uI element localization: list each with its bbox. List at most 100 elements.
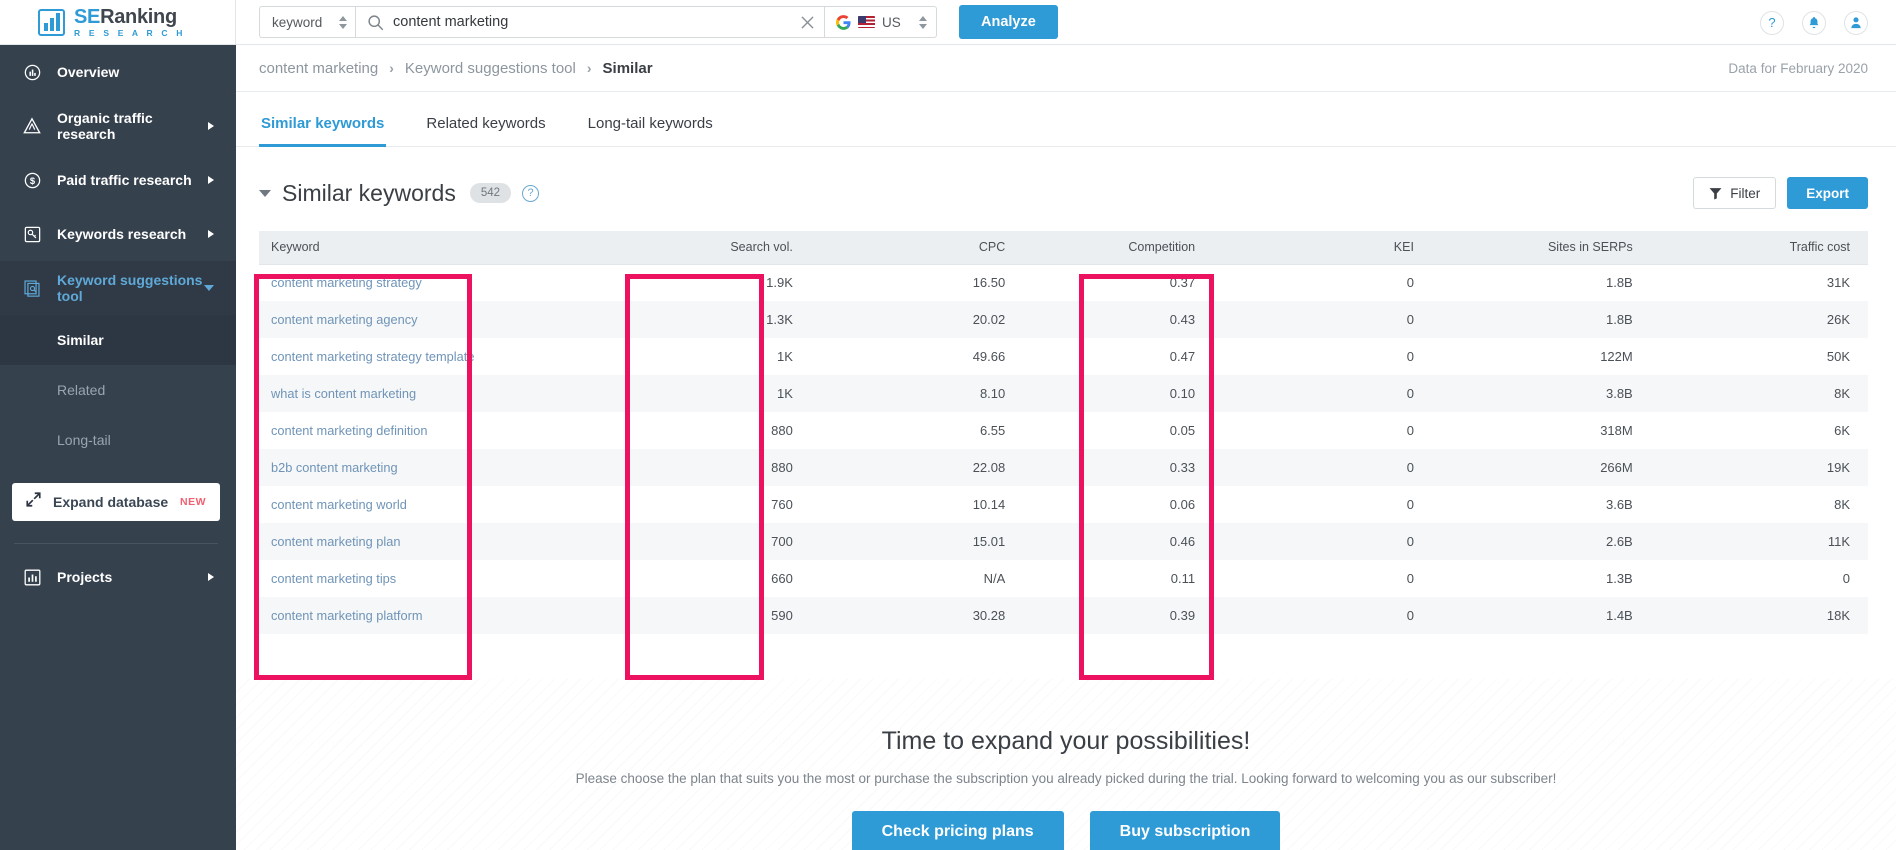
cell-search-vol: 1K: [776, 349, 793, 364]
clear-search-icon[interactable]: [801, 15, 814, 29]
cell-cpc: 6.55: [979, 423, 1006, 438]
cell-competition: 0.43: [1169, 312, 1196, 327]
table-header-row: Keyword Search vol. CPC Competition KEI …: [259, 231, 1868, 265]
keyword-link[interactable]: content marketing agency: [271, 312, 418, 327]
sidebar-label-similar: Similar: [57, 332, 104, 348]
col-cpc[interactable]: CPC: [810, 231, 1024, 265]
cell-competition: 0.39: [1169, 608, 1196, 623]
page-title: Similar keywords: [282, 179, 456, 206]
cell-competition: 0.10: [1169, 386, 1196, 401]
col-traffic-cost[interactable]: Traffic cost: [1650, 231, 1868, 265]
funnel-icon: [1709, 187, 1722, 199]
breadcrumb-item-0[interactable]: content marketing: [259, 60, 378, 77]
chart-circle-icon: [20, 64, 44, 81]
cell-sites-in-serps: 1.3B: [1605, 571, 1633, 586]
logo[interactable]: SERanking R E S E A R C H: [0, 0, 236, 45]
cell-kei: 0: [1406, 608, 1414, 623]
help-tooltip-icon[interactable]: ?: [522, 184, 540, 202]
sidebar-label-keyword-suggestions-tool: Keyword suggestions tool: [57, 272, 203, 304]
sidebar-item-related[interactable]: Related: [0, 365, 236, 415]
help-icon[interactable]: ?: [1760, 10, 1784, 35]
keyword-link[interactable]: what is content marketing: [271, 386, 416, 401]
search-type-select[interactable]: keyword: [259, 6, 355, 38]
sidebar-item-organic-traffic-research[interactable]: Organic traffic research: [0, 99, 236, 153]
cell-kei: 0: [1406, 423, 1414, 438]
keyword-link[interactable]: content marketing world: [271, 497, 407, 512]
cell-cpc: N/A: [983, 571, 1006, 586]
sidebar-item-paid-traffic-research[interactable]: $ Paid traffic research: [0, 153, 236, 207]
sidebar-item-overview[interactable]: Overview: [0, 45, 236, 99]
sidebar-label-paid-traffic-research: Paid traffic research: [57, 172, 192, 188]
cell-kei: 0: [1406, 497, 1414, 512]
col-kei[interactable]: KEI: [1213, 231, 1432, 265]
expand-database-button[interactable]: Expand database NEW: [12, 483, 220, 521]
tab-long-tail-keywords[interactable]: Long-tail keywords: [586, 115, 715, 146]
cell-traffic-cost: 18K: [1826, 608, 1850, 623]
tab-related-keywords[interactable]: Related keywords: [424, 115, 547, 146]
cell-kei: 0: [1406, 386, 1414, 401]
keyword-link[interactable]: content marketing platform: [271, 608, 423, 623]
cell-search-vol: 1.3K: [766, 312, 793, 327]
search-engine-country-select[interactable]: US: [825, 6, 937, 38]
filter-label: Filter: [1730, 185, 1761, 201]
cell-cpc: 49.66: [972, 349, 1006, 364]
buy-subscription-button[interactable]: Buy subscription: [1089, 811, 1281, 850]
expand-arrows-icon: [26, 492, 41, 512]
table-row: content marketing tips 660 N/A 0.11 0 1.3B 0: [259, 560, 1868, 597]
export-button[interactable]: Export: [1787, 177, 1868, 209]
cell-sites-in-serps: 1.8B: [1605, 275, 1633, 291]
analyze-button[interactable]: Analyze: [959, 5, 1058, 39]
table-row: content marketing strategy 1.9K 16.50 0.37 0…: [259, 264, 1868, 301]
promo-buttons: Check pricing plans Buy subscription: [851, 811, 1281, 850]
chevron-updown-icon: [339, 15, 347, 29]
cell-search-vol: 760: [771, 497, 793, 512]
col-competition[interactable]: Competition: [1023, 231, 1214, 265]
data-for-label: Data for February 2020: [1728, 60, 1868, 76]
sidebar-item-keywords-research[interactable]: Keywords research: [0, 207, 236, 261]
breadcrumb-item-1[interactable]: Keyword suggestions tool: [405, 60, 576, 77]
keyword-link[interactable]: content marketing definition: [271, 423, 428, 438]
col-sites-in-serps[interactable]: Sites in SERPs: [1431, 231, 1651, 265]
result-count-badge: 542: [469, 183, 512, 203]
keyword-link[interactable]: content marketing strategy template: [271, 349, 474, 364]
tab-similar-keywords[interactable]: Similar keywords: [259, 115, 387, 147]
col-search-vol[interactable]: Search vol.: [604, 231, 811, 265]
bar-chart-logo-icon: [38, 8, 65, 36]
cell-competition: 0.37: [1169, 275, 1196, 291]
col-keyword[interactable]: Keyword: [259, 231, 605, 265]
check-pricing-plans-button[interactable]: Check pricing plans: [851, 811, 1064, 850]
breadcrumb-separator-0: ›: [389, 60, 394, 76]
sidebar-item-similar[interactable]: Similar: [0, 315, 236, 365]
sidebar-item-projects[interactable]: Projects: [0, 550, 236, 604]
sidebar-item-long-tail[interactable]: Long-tail: [0, 415, 236, 465]
cell-search-vol: 1.9K: [766, 275, 793, 291]
logo-text: SERanking R E S E A R C H: [74, 7, 186, 38]
keyword-link[interactable]: content marketing plan: [271, 534, 400, 549]
sidebar-label-projects: Projects: [57, 569, 113, 585]
table-row: content marketing definition 880 6.55 0.05 0…: [259, 412, 1868, 449]
filter-button[interactable]: Filter: [1693, 177, 1777, 209]
bell-icon[interactable]: [1802, 10, 1826, 35]
search-input[interactable]: [393, 14, 792, 30]
cell-traffic-cost: 8K: [1834, 497, 1850, 512]
table-header: Keyword Search vol. CPC Competition KEI …: [259, 231, 1868, 265]
new-badge: NEW: [180, 496, 206, 508]
chevron-right-icon-4: [208, 573, 214, 581]
cell-sites-in-serps: 122M: [1600, 349, 1633, 364]
cell-cpc: 10.14: [972, 497, 1006, 512]
cell-kei: 0: [1406, 534, 1414, 549]
pages-search-icon: [20, 279, 44, 297]
sidebar-item-keyword-suggestions-tool[interactable]: Keyword suggestions tool: [0, 261, 236, 315]
search-box[interactable]: [355, 6, 825, 38]
keyword-link[interactable]: content marketing tips: [271, 571, 396, 586]
sidebar-label-overview: Overview: [57, 64, 120, 80]
user-avatar-icon[interactable]: [1844, 10, 1868, 35]
collapse-triangle-icon[interactable]: [259, 189, 271, 197]
table-row: what is content marketing 1K 8.10 0.10 0 3.8B…: [259, 375, 1868, 412]
chevron-right-icon: [208, 122, 214, 130]
chevron-updown-icon-2: [919, 15, 927, 29]
keyword-link[interactable]: b2b content marketing: [271, 460, 398, 475]
keyword-link[interactable]: content marketing strategy: [271, 275, 422, 290]
sidebar-label-long-tail: Long-tail: [57, 432, 111, 448]
section-header: Similar keywords 542 ? Filter Export: [236, 147, 1896, 209]
